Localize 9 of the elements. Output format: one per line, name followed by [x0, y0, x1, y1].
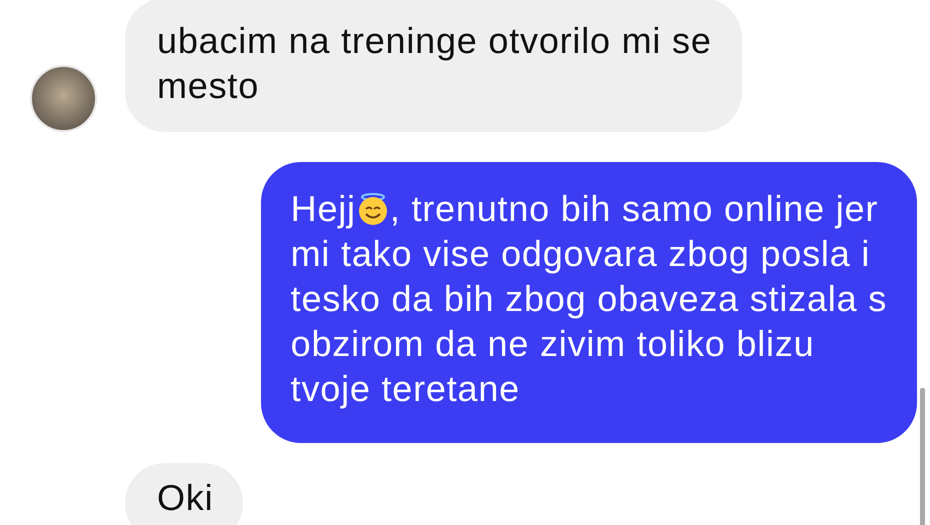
message-text: mesto	[157, 64, 260, 108]
message-text: Hejj	[290, 187, 356, 231]
message-text: obzirom da ne zivim toliko blizu	[290, 322, 814, 366]
message-text: mi tako vise odgovara zbog posla i	[290, 232, 870, 276]
message-text: ubacim na treninge otvorilo mi se	[157, 19, 712, 63]
message-text: , trenutno bih samo online jer	[390, 187, 878, 231]
message-text: tvoje teretane	[290, 367, 520, 411]
message-text: Oki	[157, 476, 214, 520]
message-text: tesko da bih zbog obaveza stizala s	[290, 277, 887, 321]
